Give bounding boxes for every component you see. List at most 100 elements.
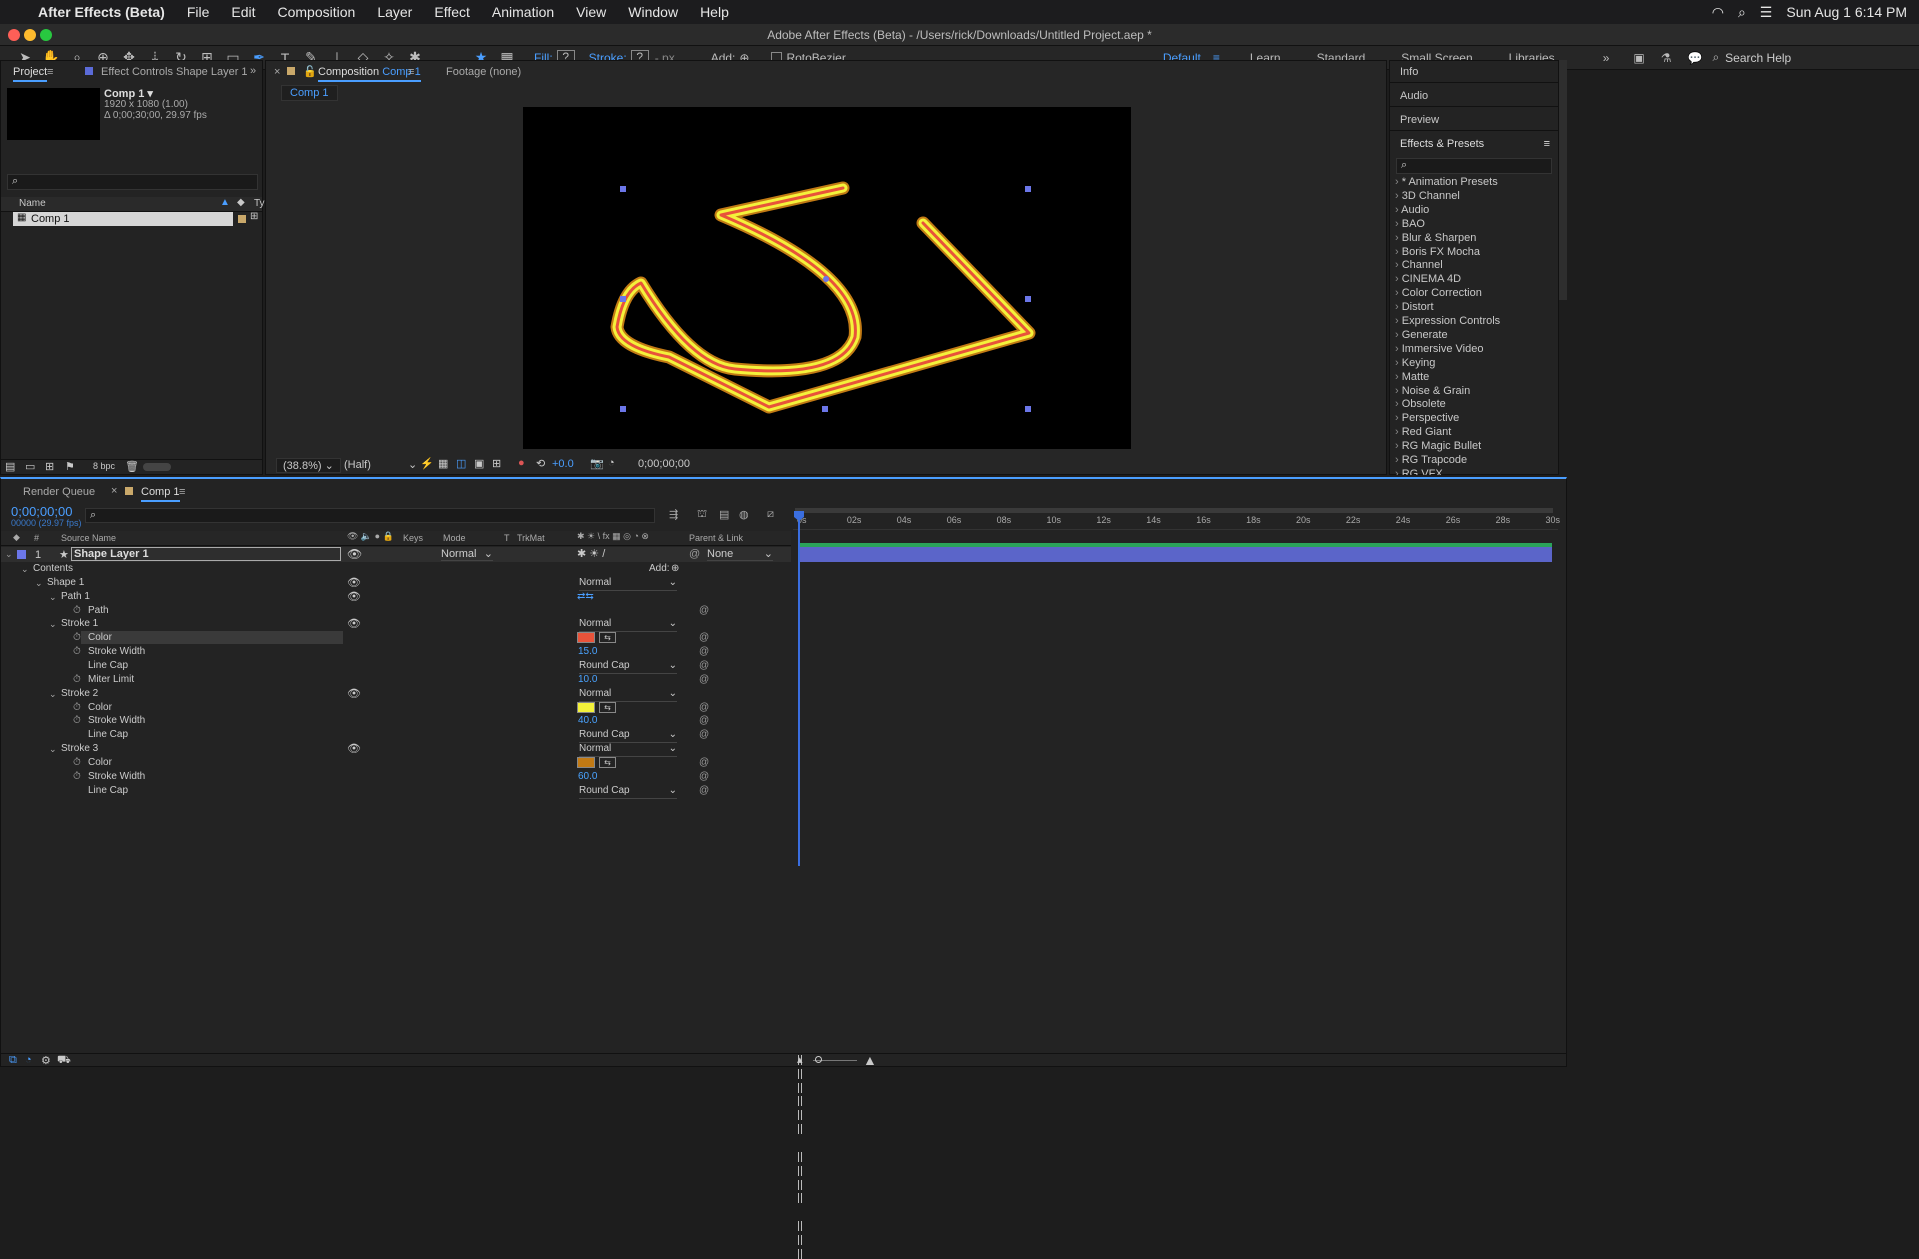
stroke2-linecap-property[interactable]: Line Cap Round Cap ⌄ @ (1, 728, 791, 744)
expression-pickwhip-icon[interactable]: @ (699, 631, 709, 645)
bounding-handle-mr[interactable] (1025, 296, 1031, 302)
stroke2-color-property[interactable]: ⏱ Color ⇆ @ (1, 701, 791, 715)
lock-icon[interactable]: 🔓 (303, 65, 317, 78)
close-window-button[interactable] (8, 29, 20, 41)
layer-visibility-eye-icon[interactable]: 👁 (347, 547, 362, 561)
twirl-down-icon[interactable]: ⌄ (49, 742, 57, 756)
layer-switches[interactable]: ✱ ☀ / (577, 547, 605, 560)
label-color-swatch[interactable] (238, 215, 246, 223)
preview-panel-header[interactable]: Preview (1390, 109, 1558, 131)
timeline-menu-icon[interactable]: ≡ (179, 486, 185, 498)
column-source-name[interactable]: Source Name (61, 533, 116, 543)
effects-category[interactable]: › Obsolete (1395, 397, 1446, 411)
contents-group[interactable]: ⌄ Contents Add: ⊕ (1, 562, 791, 576)
effects-category[interactable]: › Distort (1395, 300, 1434, 314)
column-trkmat[interactable]: TrkMat (517, 533, 545, 543)
comp-mini-flowchart-icon[interactable]: ⇶ (669, 508, 678, 521)
shape-path-stroke2[interactable] (612, 183, 1034, 412)
column-type[interactable]: Ty (254, 198, 265, 209)
zoom-in-icon[interactable]: ▲ (863, 1052, 877, 1068)
column-name[interactable]: Name (19, 198, 46, 209)
blend-mode-dropdown[interactable]: Normal ⌄ (579, 742, 677, 758)
stopwatch-icon[interactable]: ⏱ (73, 631, 81, 645)
stroke3-group[interactable]: ⌄ Stroke 3 👁 Normal ⌄ (1, 742, 791, 758)
anchor-point[interactable] (823, 276, 829, 282)
sort-icon[interactable]: ▲ (220, 197, 230, 208)
tab-footage[interactable]: Footage (none) (446, 66, 521, 78)
menu-view[interactable]: View (576, 4, 606, 20)
toggle-render-time-icon[interactable]: ⚙ (41, 1054, 51, 1067)
mask-visibility-icon[interactable]: ◫ (456, 457, 466, 470)
add-content-button[interactable]: ⊕ (671, 562, 679, 576)
zoom-dropdown[interactable]: (38.8%) ⌄ (276, 458, 341, 473)
stroke2-width-property[interactable]: ⏱ Stroke Width 40.0 @ (1, 714, 791, 728)
twirl-down-icon[interactable]: ⌄ (49, 687, 57, 701)
effects-category[interactable]: › Matte (1395, 370, 1429, 384)
parent-pickwhip-icon[interactable]: @ (689, 548, 700, 560)
expression-pickwhip-icon[interactable]: @ (699, 645, 709, 659)
column-mode[interactable]: Mode (443, 533, 466, 543)
region-of-interest-icon[interactable]: ▣ (474, 457, 484, 470)
line-cap-dropdown[interactable]: Round Cap ⌄ (579, 784, 677, 799)
toggle-modes-icon[interactable]: ◔ (25, 1054, 32, 1066)
tab-effect-controls[interactable]: Effect Controls Shape Layer 1 (101, 66, 248, 78)
visibility-eye-icon[interactable]: 👁 (347, 590, 361, 604)
comp-breadcrumb[interactable]: Comp 1 (281, 85, 338, 101)
layer-label-color[interactable] (17, 550, 26, 559)
property-value[interactable]: 40.0 (578, 714, 597, 728)
zoom-out-icon[interactable]: ▴ (797, 1053, 803, 1066)
visibility-eye-icon[interactable]: 👁 (347, 576, 361, 590)
toggle-switches-icon[interactable]: ⧉ (9, 1054, 17, 1067)
search-help-icon[interactable]: ⌕ (1712, 50, 1719, 65)
bounding-handle-br[interactable] (1025, 406, 1031, 412)
close-timeline-tab-icon[interactable]: × (111, 485, 117, 497)
draft-3d-icon[interactable]: ⛫ (697, 508, 707, 522)
stroke2-group[interactable]: ⌄ Stroke 2 👁 Normal ⌄ (1, 687, 791, 702)
blend-mode-dropdown[interactable]: Normal ⌄ (579, 576, 677, 591)
eyedropper-icon[interactable]: ⇆ (599, 701, 616, 713)
layer-mode-dropdown[interactable]: Normal ⌄ (441, 547, 493, 561)
property-value[interactable]: 15.0 (578, 645, 597, 659)
line-cap-dropdown[interactable]: Round Cap ⌄ (579, 659, 677, 674)
visibility-eye-icon[interactable]: 👁 (347, 617, 361, 631)
project-menu-icon[interactable]: ≡ (47, 66, 53, 78)
flowchart-icon[interactable]: ⚑ (65, 460, 75, 473)
tab-render-queue[interactable]: Render Queue (23, 486, 95, 498)
effects-category[interactable]: › CINEMA 4D (1395, 272, 1461, 286)
shape-layer-canvas[interactable] (523, 107, 1131, 449)
new-comp-icon[interactable]: ⊞ (45, 460, 54, 473)
effects-menu-icon[interactable]: ≡ (1544, 138, 1550, 150)
wifi-icon[interactable]: ◠ (1712, 4, 1724, 21)
effects-search-input[interactable]: ⌕ (1396, 158, 1552, 174)
new-folder-icon[interactable]: ▭ (25, 460, 35, 473)
bounding-handle-bl[interactable] (620, 406, 626, 412)
effects-category[interactable]: › Color Correction (1395, 286, 1482, 300)
stopwatch-icon[interactable]: ⏱ (73, 714, 81, 728)
effects-category[interactable]: › RG Trapcode (1395, 453, 1467, 467)
bpc-label[interactable]: 8 bpc (93, 461, 115, 471)
bounding-handle-ml[interactable] (620, 296, 626, 302)
twirl-down-icon[interactable]: ⌄ (21, 562, 29, 576)
effects-category[interactable]: › Perspective (1395, 411, 1459, 425)
current-time-indicator[interactable] (798, 511, 800, 866)
menu-animation[interactable]: Animation (492, 4, 554, 20)
effects-category[interactable]: › Red Giant (1395, 425, 1451, 439)
color-swatch[interactable] (577, 701, 595, 713)
layer-bar[interactable] (800, 547, 1552, 562)
column-keys[interactable]: Keys (403, 533, 423, 543)
visibility-eye-icon[interactable]: 👁 (347, 687, 361, 701)
work-area-bar[interactable] (795, 508, 1553, 513)
viewer-timecode[interactable]: 0;00;00;00 (638, 458, 690, 470)
stroke1-miter-property[interactable]: ⏱ Miter Limit 10.0 @ (1, 673, 791, 687)
menu-file[interactable]: File (187, 4, 210, 20)
close-comp-tab-icon[interactable]: × (274, 66, 280, 78)
visibility-eye-icon[interactable]: 👁 (347, 742, 361, 756)
stroke1-width-property[interactable]: ⏱ Stroke Width 15.0 @ (1, 645, 791, 659)
show-snapshot-icon[interactable]: ◔ (608, 457, 615, 469)
control-center-icon[interactable]: ☰ (1760, 4, 1773, 21)
effects-category[interactable]: › Boris FX Mocha (1395, 245, 1480, 259)
menu-edit[interactable]: Edit (231, 4, 255, 20)
column-number[interactable]: # (34, 533, 39, 543)
reset-exposure-icon[interactable]: ⟲ (536, 457, 545, 470)
color-swatch[interactable] (577, 756, 595, 768)
